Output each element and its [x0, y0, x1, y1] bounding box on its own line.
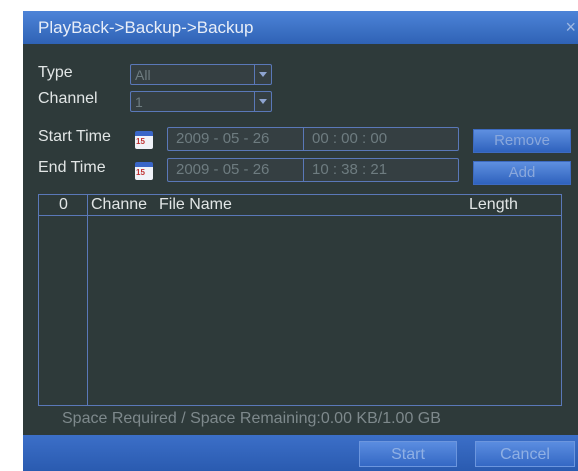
column-divider	[87, 195, 88, 405]
field-divider	[303, 159, 304, 181]
space-status: Space Required / Space Remaining:0.00 KB…	[62, 410, 441, 427]
start-button[interactable]: Start	[359, 441, 457, 467]
start-date-value[interactable]: 2009 - 05 - 26	[176, 130, 269, 148]
end-clock-value[interactable]: 10 : 38 : 21	[312, 161, 387, 179]
col-index-header[interactable]: 0	[59, 195, 68, 215]
add-button[interactable]: Add	[473, 161, 571, 185]
end-time-field[interactable]: 2009 - 05 - 26 10 : 38 : 21	[167, 158, 459, 182]
calendar-day: 15	[136, 137, 145, 146]
end-date-value[interactable]: 2009 - 05 - 26	[176, 161, 269, 179]
calendar-icon[interactable]: 15	[135, 131, 153, 149]
channel-value: 1	[135, 94, 143, 110]
chevron-down-icon[interactable]	[254, 92, 271, 111]
title-bar: PlayBack->Backup->Backup ×	[23, 11, 578, 44]
backup-dialog: PlayBack->Backup->Backup × Type All Chan…	[23, 11, 578, 471]
chevron-down-icon[interactable]	[254, 65, 271, 84]
calendar-day: 15	[136, 168, 145, 177]
col-filename-header[interactable]: File Name	[159, 195, 232, 215]
start-clock-value[interactable]: 00 : 00 : 00	[312, 130, 387, 148]
col-length-header[interactable]: Length	[469, 195, 518, 215]
field-divider	[303, 128, 304, 150]
close-icon[interactable]: ×	[565, 11, 576, 44]
start-time-field[interactable]: 2009 - 05 - 26 00 : 00 : 00	[167, 127, 459, 151]
type-select[interactable]: All	[130, 64, 272, 85]
cancel-button[interactable]: Cancel	[475, 441, 575, 467]
backup-file-list[interactable]: 0 Channe File Name Length	[38, 194, 562, 406]
calendar-icon[interactable]: 15	[135, 162, 153, 180]
col-channel-header[interactable]: Channe	[91, 195, 147, 215]
remove-button[interactable]: Remove	[473, 129, 571, 153]
channel-select[interactable]: 1	[130, 91, 272, 112]
type-label: Type	[38, 64, 73, 81]
dialog-title: PlayBack->Backup->Backup	[38, 18, 254, 37]
footer-bar: Start Cancel	[23, 435, 578, 471]
end-time-label: End Time	[38, 159, 106, 176]
header-divider	[39, 215, 561, 216]
channel-label: Channel	[38, 90, 98, 107]
start-time-label: Start Time	[38, 128, 111, 145]
type-value: All	[135, 67, 151, 83]
table-header: 0 Channe File Name Length	[39, 195, 561, 215]
